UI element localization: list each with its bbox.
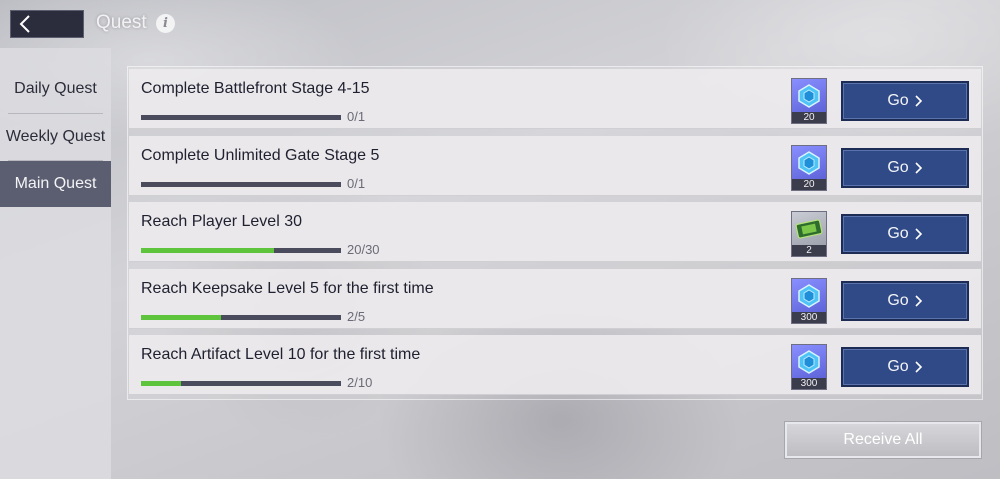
- progress-bar: [141, 248, 341, 253]
- go-button[interactable]: Go: [841, 347, 969, 387]
- blue-crystal-icon: [792, 146, 826, 179]
- chevron-right-icon: [915, 295, 922, 307]
- quest-row: Complete Unlimited Gate Stage 5 0/1 20 G…: [129, 136, 981, 196]
- go-button[interactable]: Go: [841, 214, 969, 254]
- chevron-right-icon: [915, 162, 922, 174]
- go-button[interactable]: Go: [841, 81, 969, 121]
- progress-bar: [141, 182, 341, 187]
- sidebar-item-label: Main Quest: [14, 175, 97, 192]
- chevron-right-icon: [915, 361, 922, 373]
- quest-title: Reach Player Level 30: [141, 213, 302, 230]
- quest-title: Reach Artifact Level 10 for the first ti…: [141, 346, 421, 363]
- reward-count: 300: [792, 378, 826, 389]
- reward-count: 2: [792, 245, 826, 256]
- reward-count: 20: [792, 112, 826, 123]
- reward-item[interactable]: 300: [791, 278, 827, 324]
- quest-row: Complete Battlefront Stage 4-15 0/1 20 G…: [129, 69, 981, 129]
- go-button[interactable]: Go: [841, 148, 969, 188]
- receive-all-button[interactable]: Receive All: [785, 422, 981, 458]
- chevron-left-icon: [19, 15, 30, 33]
- progress-text: 2/5: [347, 309, 366, 324]
- reward-item[interactable]: 20: [791, 78, 827, 124]
- blue-crystal-icon: [792, 79, 826, 112]
- chevron-right-icon: [915, 95, 922, 107]
- quest-title: Complete Unlimited Gate Stage 5: [141, 147, 380, 164]
- chevron-right-icon: [915, 228, 922, 240]
- quest-row: Reach Keepsake Level 5 for the first tim…: [129, 269, 981, 329]
- progress-fill: [141, 315, 221, 320]
- sidebar-item-weekly-quest[interactable]: Weekly Quest: [0, 114, 111, 160]
- go-label: Go: [887, 358, 909, 375]
- go-label: Go: [887, 225, 909, 242]
- progress-text: 2/10: [347, 375, 373, 390]
- blue-crystal-icon: [792, 279, 826, 312]
- progress-bar: [141, 315, 341, 320]
- progress-bar: [141, 381, 341, 386]
- sidebar-item-label: Daily Quest: [14, 80, 97, 97]
- progress-fill: [141, 248, 275, 253]
- page-title: Quest: [96, 12, 147, 33]
- sidebar-item-main-quest[interactable]: Main Quest: [0, 161, 111, 207]
- green-ticket-icon: [792, 212, 826, 245]
- receive-all-label: Receive All: [843, 431, 923, 448]
- sidebar-item-daily-quest[interactable]: Daily Quest: [0, 66, 111, 112]
- quest-row: Reach Player Level 30 20/30 2 Go: [129, 202, 981, 262]
- reward-item[interactable]: 300: [791, 344, 827, 390]
- progress-text: 20/30: [347, 242, 380, 257]
- progress-text: 0/1: [347, 109, 366, 124]
- back-button[interactable]: [10, 10, 84, 38]
- progress-bar: [141, 115, 341, 120]
- sidebar-item-label: Weekly Quest: [5, 128, 106, 145]
- reward-item[interactable]: 2: [791, 211, 827, 257]
- progress-fill: [141, 381, 181, 386]
- quest-row: Reach Artifact Level 10 for the first ti…: [129, 335, 981, 395]
- go-button[interactable]: Go: [841, 281, 969, 321]
- quest-title: Complete Battlefront Stage 4-15: [141, 80, 370, 97]
- go-label: Go: [887, 92, 909, 109]
- reward-count: 20: [792, 179, 826, 190]
- blue-crystal-icon: [792, 345, 826, 378]
- info-icon[interactable]: i: [156, 14, 175, 33]
- sidebar: Daily Quest Weekly Quest Main Quest: [0, 48, 111, 479]
- reward-count: 300: [792, 312, 826, 323]
- progress-text: 0/1: [347, 176, 366, 191]
- go-label: Go: [887, 159, 909, 176]
- quest-title: Reach Keepsake Level 5 for the first tim…: [141, 280, 434, 297]
- reward-item[interactable]: 20: [791, 145, 827, 191]
- go-label: Go: [887, 292, 909, 309]
